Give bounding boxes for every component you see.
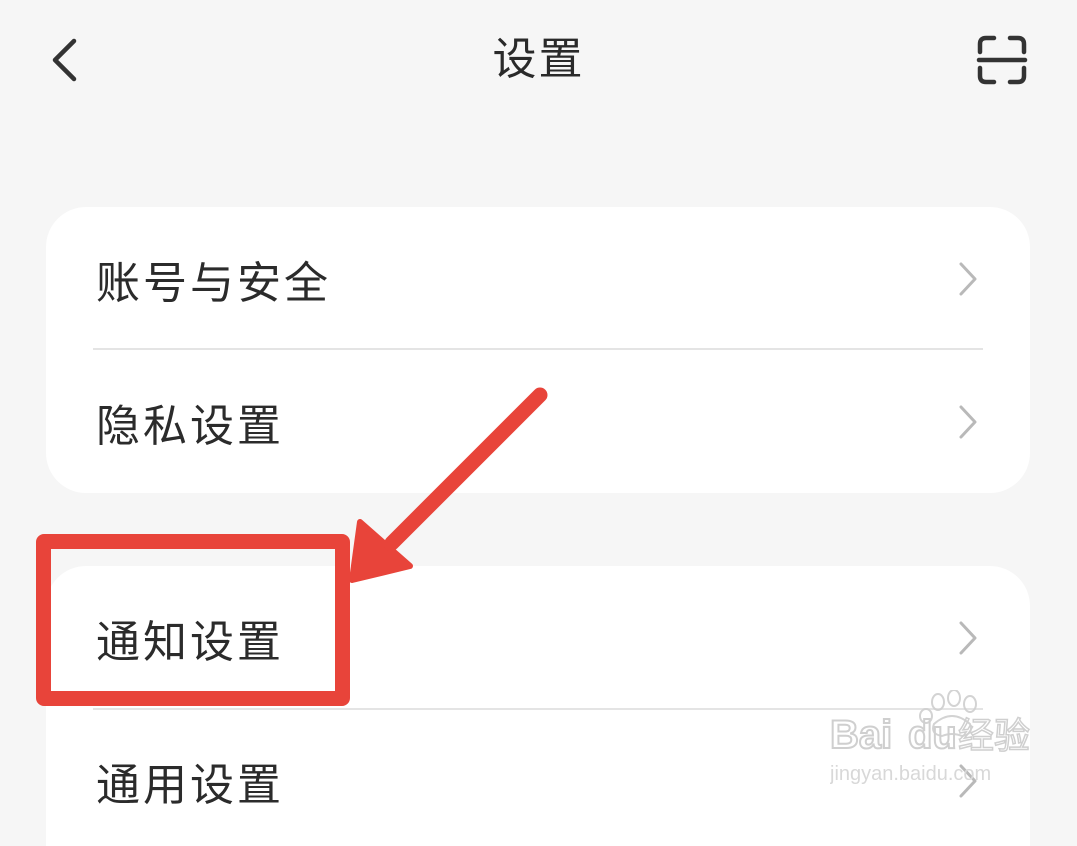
settings-item-notifications[interactable]: 通知设置 — [46, 566, 1030, 709]
settings-item-label: 通用设置 — [96, 759, 284, 811]
settings-item-account-security[interactable]: 账号与安全 — [46, 207, 1030, 350]
settings-item-label: 账号与安全 — [96, 257, 331, 309]
settings-item-label: 隐私设置 — [96, 400, 284, 452]
chevron-right-icon — [959, 405, 977, 438]
chevron-right-icon — [959, 764, 977, 797]
settings-item-general[interactable]: 通用设置 — [46, 709, 1030, 846]
scan-icon — [976, 35, 1028, 85]
page-title: 设置 — [492, 34, 585, 85]
settings-item-privacy[interactable]: 隐私设置 — [46, 350, 1030, 493]
chevron-right-icon — [959, 621, 977, 654]
settings-group-account: 账号与安全 隐私设置 — [46, 207, 1030, 493]
top-bar: 设置 — [0, 0, 1077, 120]
chevron-right-icon — [959, 262, 977, 295]
scan-button[interactable] — [970, 28, 1034, 92]
settings-item-label: 通知设置 — [96, 616, 284, 668]
settings-group-general: 通知设置 通用设置 — [46, 566, 1030, 846]
